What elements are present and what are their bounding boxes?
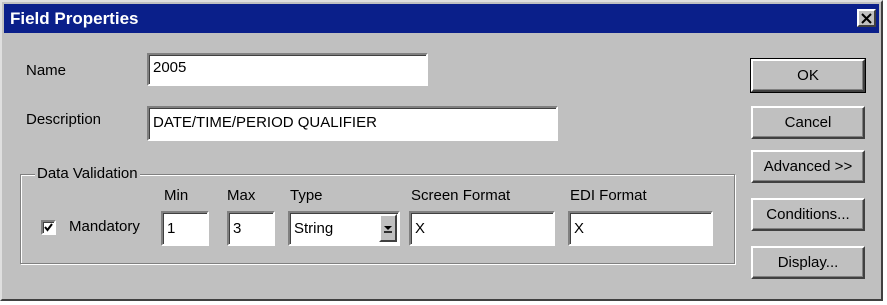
checkmark-icon (44, 223, 53, 232)
advanced-button[interactable]: Advanced >> (751, 150, 865, 183)
data-validation-group: Data Validation Min Max Type Screen Form… (20, 165, 735, 264)
dropdown-arrow-icon (384, 226, 392, 233)
description-label: Description (26, 111, 102, 128)
edi-format-field[interactable]: X (568, 211, 713, 246)
ok-button[interactable]: OK (750, 58, 866, 93)
max-label: Max (227, 187, 256, 204)
description-field[interactable]: DATE/TIME/PERIOD QUALIFIER (147, 106, 558, 141)
screen-format-field[interactable]: X (409, 211, 555, 246)
max-field[interactable]: 3 (227, 211, 275, 246)
type-dropdown-button[interactable] (379, 214, 397, 242)
edi-format-label: EDI Format (570, 187, 647, 204)
type-value: String (294, 220, 334, 237)
type-label: Type (290, 187, 323, 204)
display-button[interactable]: Display... (751, 246, 865, 279)
field-properties-dialog: Field Properties Name 2005 Description D… (0, 0, 883, 301)
min-label: Min (164, 187, 189, 204)
window-title: Field Properties (10, 9, 139, 28)
mandatory-checkbox[interactable] (41, 220, 56, 235)
mandatory-label: Mandatory (69, 218, 140, 235)
conditions-button[interactable]: Conditions... (751, 198, 865, 231)
data-validation-title: Data Validation (35, 165, 140, 183)
cancel-button[interactable]: Cancel (751, 106, 865, 139)
close-button[interactable] (857, 9, 876, 27)
name-field[interactable]: 2005 (147, 53, 428, 86)
screen-format-label: Screen Format (411, 187, 511, 204)
type-select[interactable]: String (288, 211, 400, 246)
close-icon (861, 13, 872, 24)
name-label: Name (26, 62, 67, 79)
min-field[interactable]: 1 (161, 211, 209, 246)
title-bar: Field Properties (4, 4, 879, 33)
